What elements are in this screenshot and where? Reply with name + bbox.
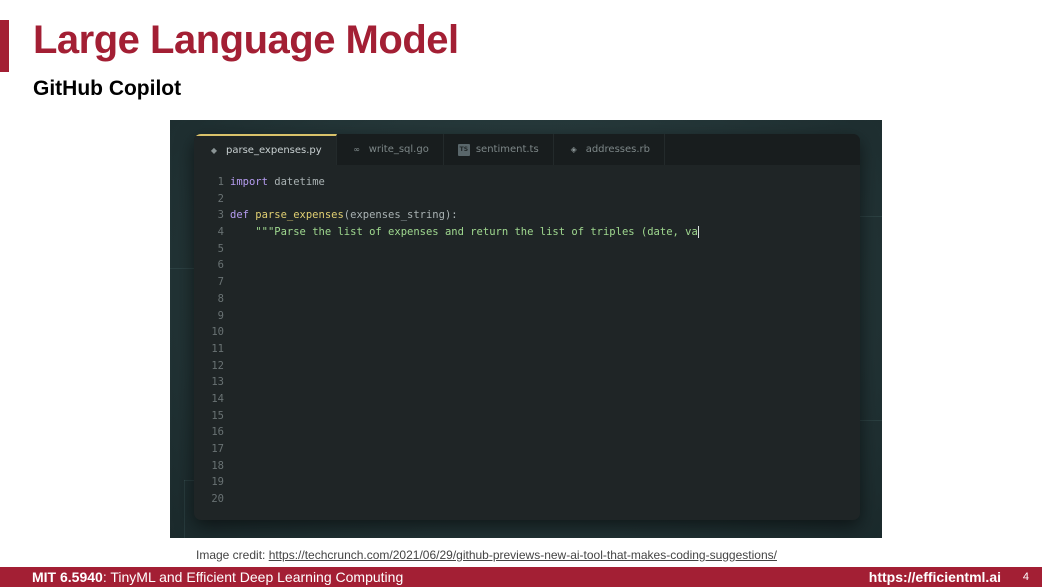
- line-number: 11: [211, 342, 224, 355]
- line-number: 15: [211, 409, 224, 422]
- code-editor: ◆ parse_expenses.py ∞ write_sql.go TS se…: [194, 134, 860, 520]
- slide-footer: MIT 6.5940: TinyML and Efficient Deep Le…: [0, 567, 1042, 587]
- slide-subtitle: GitHub Copilot: [33, 77, 182, 100]
- line-number: 18: [211, 459, 224, 472]
- line-number: 4: [217, 226, 224, 239]
- code-line: 14: [194, 391, 860, 408]
- credit-prefix: Image credit:: [196, 548, 269, 562]
- code-token: (expenses_string):: [343, 209, 458, 222]
- line-number: 3: [217, 209, 224, 222]
- code-line: 15: [194, 408, 860, 425]
- tab-label: sentiment.ts: [475, 144, 539, 155]
- code-line: 19: [194, 474, 860, 491]
- slide-title: Large Language Model: [33, 18, 459, 62]
- tab-label: addresses.rb: [585, 144, 650, 155]
- keyword-token: import: [230, 176, 268, 188]
- code-line: 12: [194, 358, 860, 375]
- line-number: 16: [211, 426, 224, 439]
- image-credit: Image credit: https://techcrunch.com/202…: [196, 548, 777, 562]
- line-number: 13: [211, 376, 224, 389]
- line-number: 20: [211, 493, 224, 506]
- tab-write-sql[interactable]: ∞ write_sql.go: [337, 134, 444, 165]
- line-number: 8: [217, 292, 224, 305]
- credit-link[interactable]: https://techcrunch.com/2021/06/29/github…: [269, 548, 777, 562]
- page-number: 4: [1022, 571, 1029, 583]
- line-number: 2: [217, 192, 224, 205]
- code-line: 2: [194, 191, 860, 208]
- code-line: 16: [194, 424, 860, 441]
- code-line: 6: [194, 257, 860, 274]
- code-line: 4 """Parse the list of expenses and retu…: [194, 224, 860, 241]
- code-line: 5: [194, 241, 860, 258]
- tab-label: parse_expenses.py: [226, 145, 322, 156]
- function-name-token: parse_expenses: [248, 209, 344, 222]
- typescript-file-icon: TS: [457, 143, 470, 156]
- code-line: 8: [194, 291, 860, 308]
- code-line: 18: [194, 458, 860, 475]
- line-number: 14: [211, 392, 224, 405]
- footer-url[interactable]: https://efficientml.ai: [869, 569, 1001, 585]
- line-number: 1: [217, 176, 224, 188]
- text-cursor: [697, 226, 699, 239]
- course-code: MIT 6.5940: [32, 569, 103, 585]
- line-number: 10: [211, 326, 224, 339]
- go-file-icon: ∞: [353, 145, 361, 154]
- line-number: 19: [211, 476, 224, 489]
- tab-addresses[interactable]: ◈ addresses.rb: [554, 134, 665, 165]
- line-number: 17: [211, 443, 224, 455]
- code-line: 1 import datetime: [194, 174, 860, 191]
- line-number: 9: [217, 309, 224, 322]
- code-line: 11: [194, 341, 860, 358]
- line-number: 6: [217, 259, 224, 272]
- copilot-screenshot: ◆ parse_expenses.py ∞ write_sql.go TS se…: [170, 120, 882, 538]
- code-line: 17: [194, 441, 860, 458]
- code-line: 10: [194, 324, 860, 341]
- python-file-icon: ◆: [210, 146, 218, 155]
- code-line: 7: [194, 274, 860, 291]
- line-number: 5: [217, 242, 224, 255]
- code-area[interactable]: 1 import datetime 2 3 def parse_expenses…: [194, 174, 860, 508]
- tab-parse-expenses[interactable]: ◆ parse_expenses.py: [194, 134, 337, 165]
- code-line: 9: [194, 308, 860, 325]
- docstring-token: """Parse the list of expenses and return…: [255, 226, 698, 239]
- course-name: : TinyML and Efficient Deep Learning Com…: [102, 569, 404, 585]
- line-number: 12: [211, 359, 224, 372]
- code-token: datetime: [267, 176, 325, 188]
- editor-tab-bar: ◆ parse_expenses.py ∞ write_sql.go TS se…: [194, 134, 860, 165]
- code-line: 3 def parse_expenses(expenses_string):: [194, 207, 860, 224]
- keyword-token: def: [230, 209, 249, 222]
- title-accent-bar: [0, 20, 9, 72]
- tab-label: write_sql.go: [368, 144, 429, 155]
- footer-course: MIT 6.5940: TinyML and Efficient Deep Le…: [32, 569, 403, 585]
- code-line: 13: [194, 374, 860, 391]
- code-line: 20: [194, 491, 860, 508]
- tab-sentiment[interactable]: TS sentiment.ts: [444, 134, 554, 165]
- line-number: 7: [217, 276, 224, 289]
- ruby-file-icon: ◈: [570, 145, 577, 154]
